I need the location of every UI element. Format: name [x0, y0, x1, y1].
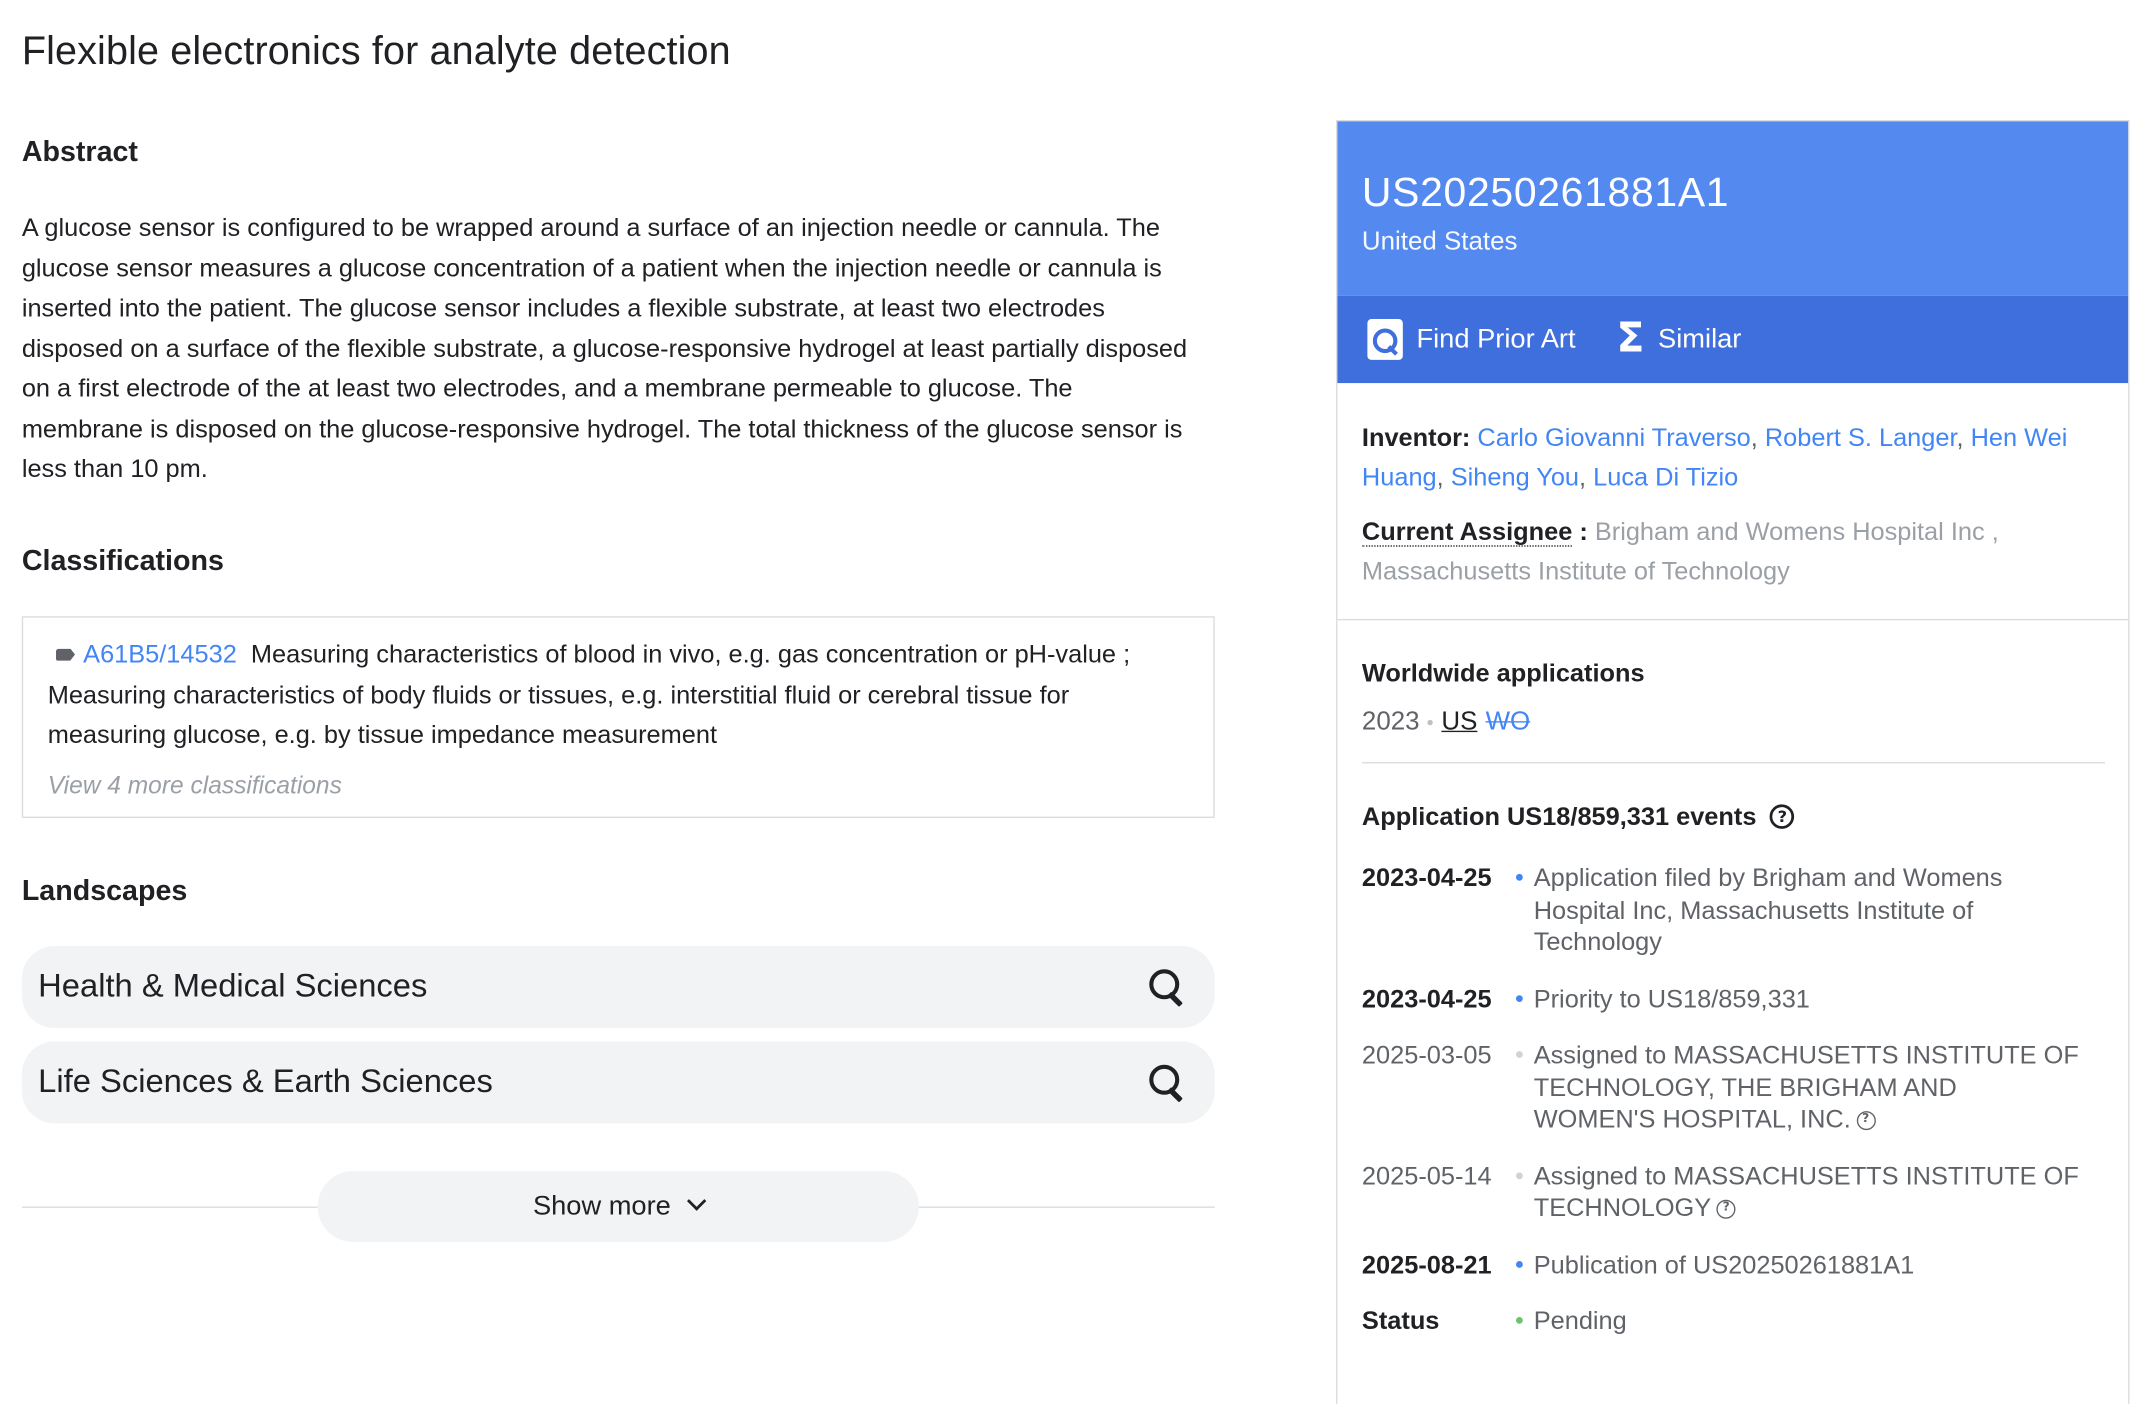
status-row: Status Pending — [1362, 1305, 2104, 1337]
document-search-icon — [1367, 319, 1403, 360]
abstract-heading: Abstract — [21, 136, 138, 168]
event-row: 2025-08-21 Publication of US20250261881A… — [1362, 1248, 2104, 1280]
similar-button[interactable]: Σ Similar — [1616, 314, 1742, 363]
event-row: 2023-04-25 Priority to US18/859,331 — [1362, 982, 2104, 1014]
inventor-link[interactable]: Siheng You — [1451, 461, 1579, 490]
publication-number: US20250261881A1 — [1361, 170, 1730, 216]
bullet — [1427, 719, 1434, 726]
classification-item: A61B5/14532 Measuring characteristics of… — [48, 634, 1189, 755]
inventor-label: Inventor: — [1361, 422, 1471, 452]
patent-info-panel: US20250261881A1 United States Find Prior… — [1336, 119, 2130, 1404]
country-link-us[interactable]: US — [1441, 708, 1477, 738]
event-text: Priority to US18/859,331 — [1533, 983, 1810, 1013]
chevron-down-icon — [687, 1191, 707, 1211]
help-icon[interactable]: ? — [1770, 804, 1795, 829]
inventor-link[interactable]: Luca Di Tizio — [1593, 461, 1738, 490]
classifications-heading: Classifications — [21, 545, 224, 577]
classification-box: A61B5/14532 Measuring characteristics of… — [21, 616, 1215, 818]
event-text: Publication of US20250261881A1 — [1533, 1249, 1915, 1279]
event-row: 2025-03-05 Assigned to MASSACHUSETTS INS… — [1362, 1039, 2104, 1135]
event-row: 2025-05-14 Assigned to MASSACHUSETTS INS… — [1362, 1159, 2104, 1223]
event-dot — [1512, 1248, 1534, 1280]
sigma-icon: Σ — [1616, 314, 1645, 363]
help-icon[interactable]: ? — [1856, 1111, 1876, 1131]
show-more-label: Show more — [532, 1190, 671, 1221]
landscapes-heading: Landscapes — [21, 875, 188, 907]
page-title: Flexible electronics for analyte detecti… — [21, 29, 731, 74]
event-text: Application filed by Brigham and Womens … — [1533, 862, 2003, 956]
search-icon[interactable] — [1147, 1062, 1188, 1103]
inventors-row: Inventor: Carlo Giovanni Traverso, Rober… — [1361, 422, 2068, 491]
worldwide-row: 2023 US WO — [1362, 708, 2104, 738]
label-tag-icon — [55, 648, 75, 661]
event-date: 2023-04-25 — [1361, 983, 1492, 1013]
view-more-classifications-link[interactable]: View 4 more classifications — [48, 772, 342, 801]
assignee-row: Current Assignee : Brigham and Womens Ho… — [1361, 516, 1999, 585]
event-text-label: Assigned to MASSACHUSETTS INSTITUTE OF T… — [1533, 1040, 2079, 1133]
event-date: 2025-05-14 — [1361, 1160, 1492, 1190]
worldwide-year: 2023 — [1361, 707, 1420, 737]
abstract-text: A glucose sensor is configured to be wra… — [21, 212, 1188, 483]
find-prior-art-label: Find Prior Art — [1416, 323, 1576, 354]
event-date: 2023-04-25 — [1361, 862, 1492, 892]
similar-label: Similar — [1658, 323, 1742, 354]
events-heading: Application US18/859,331 events ? — [1362, 802, 2104, 832]
bibliographic-info: Inventor: Carlo Giovanni Traverso, Rober… — [1337, 383, 2129, 621]
worldwide-heading: Worldwide applications — [1361, 658, 1645, 688]
status-label: Status — [1361, 1306, 1440, 1335]
classification-code-link[interactable]: A61B5/14532 — [83, 639, 237, 668]
event-row: 2023-04-25 Application filed by Brigham … — [1362, 862, 2104, 958]
divider — [1361, 762, 2105, 764]
events-heading-label: Application US18/859,331 events — [1361, 801, 1757, 831]
event-text: Assigned to MASSACHUSETTS INSTITUTE OF T… — [1534, 1039, 2079, 1135]
event-dot — [1512, 1159, 1534, 1223]
landscape-label: Health & Medical Sciences — [38, 967, 428, 1005]
landscape-label: Life Sciences & Earth Sciences — [38, 1063, 493, 1101]
show-more-button[interactable]: Show more — [317, 1171, 919, 1242]
worldwide-applications: Worldwide applications 2023 US WO Applic… — [1337, 620, 2128, 1336]
event-date: 2025-03-05 — [1361, 1040, 1492, 1069]
country: United States — [1361, 227, 1518, 257]
search-icon[interactable] — [1147, 967, 1188, 1008]
status-value: Pending — [1533, 1306, 1627, 1335]
landscape-item-life-sciences[interactable]: Life Sciences & Earth Sciences — [21, 1041, 1215, 1124]
panel-header: US20250261881A1 United States — [1337, 121, 2129, 296]
inventor-link[interactable]: Carlo Giovanni Traverso — [1477, 423, 1750, 452]
status-dot — [1512, 1305, 1534, 1337]
country-link-wo[interactable]: WO — [1486, 708, 1531, 738]
event-dot — [1512, 1039, 1534, 1135]
event-dot — [1512, 862, 1534, 958]
find-prior-art-button[interactable]: Find Prior Art — [1367, 319, 1576, 360]
event-dot — [1512, 982, 1534, 1014]
help-icon[interactable]: ? — [1716, 1199, 1736, 1219]
assignee-label[interactable]: Current Assignee — [1361, 516, 1573, 547]
panel-actions: Find Prior Art Σ Similar — [1337, 295, 2129, 384]
landscape-item-health[interactable]: Health & Medical Sciences — [21, 946, 1215, 1028]
event-text-label: Assigned to MASSACHUSETTS INSTITUTE OF T… — [1533, 1160, 2079, 1222]
event-text: Assigned to MASSACHUSETTS INSTITUTE OF T… — [1534, 1159, 2079, 1223]
event-date: 2025-08-21 — [1361, 1249, 1492, 1279]
inventor-link[interactable]: Robert S. Langer — [1765, 423, 1957, 452]
